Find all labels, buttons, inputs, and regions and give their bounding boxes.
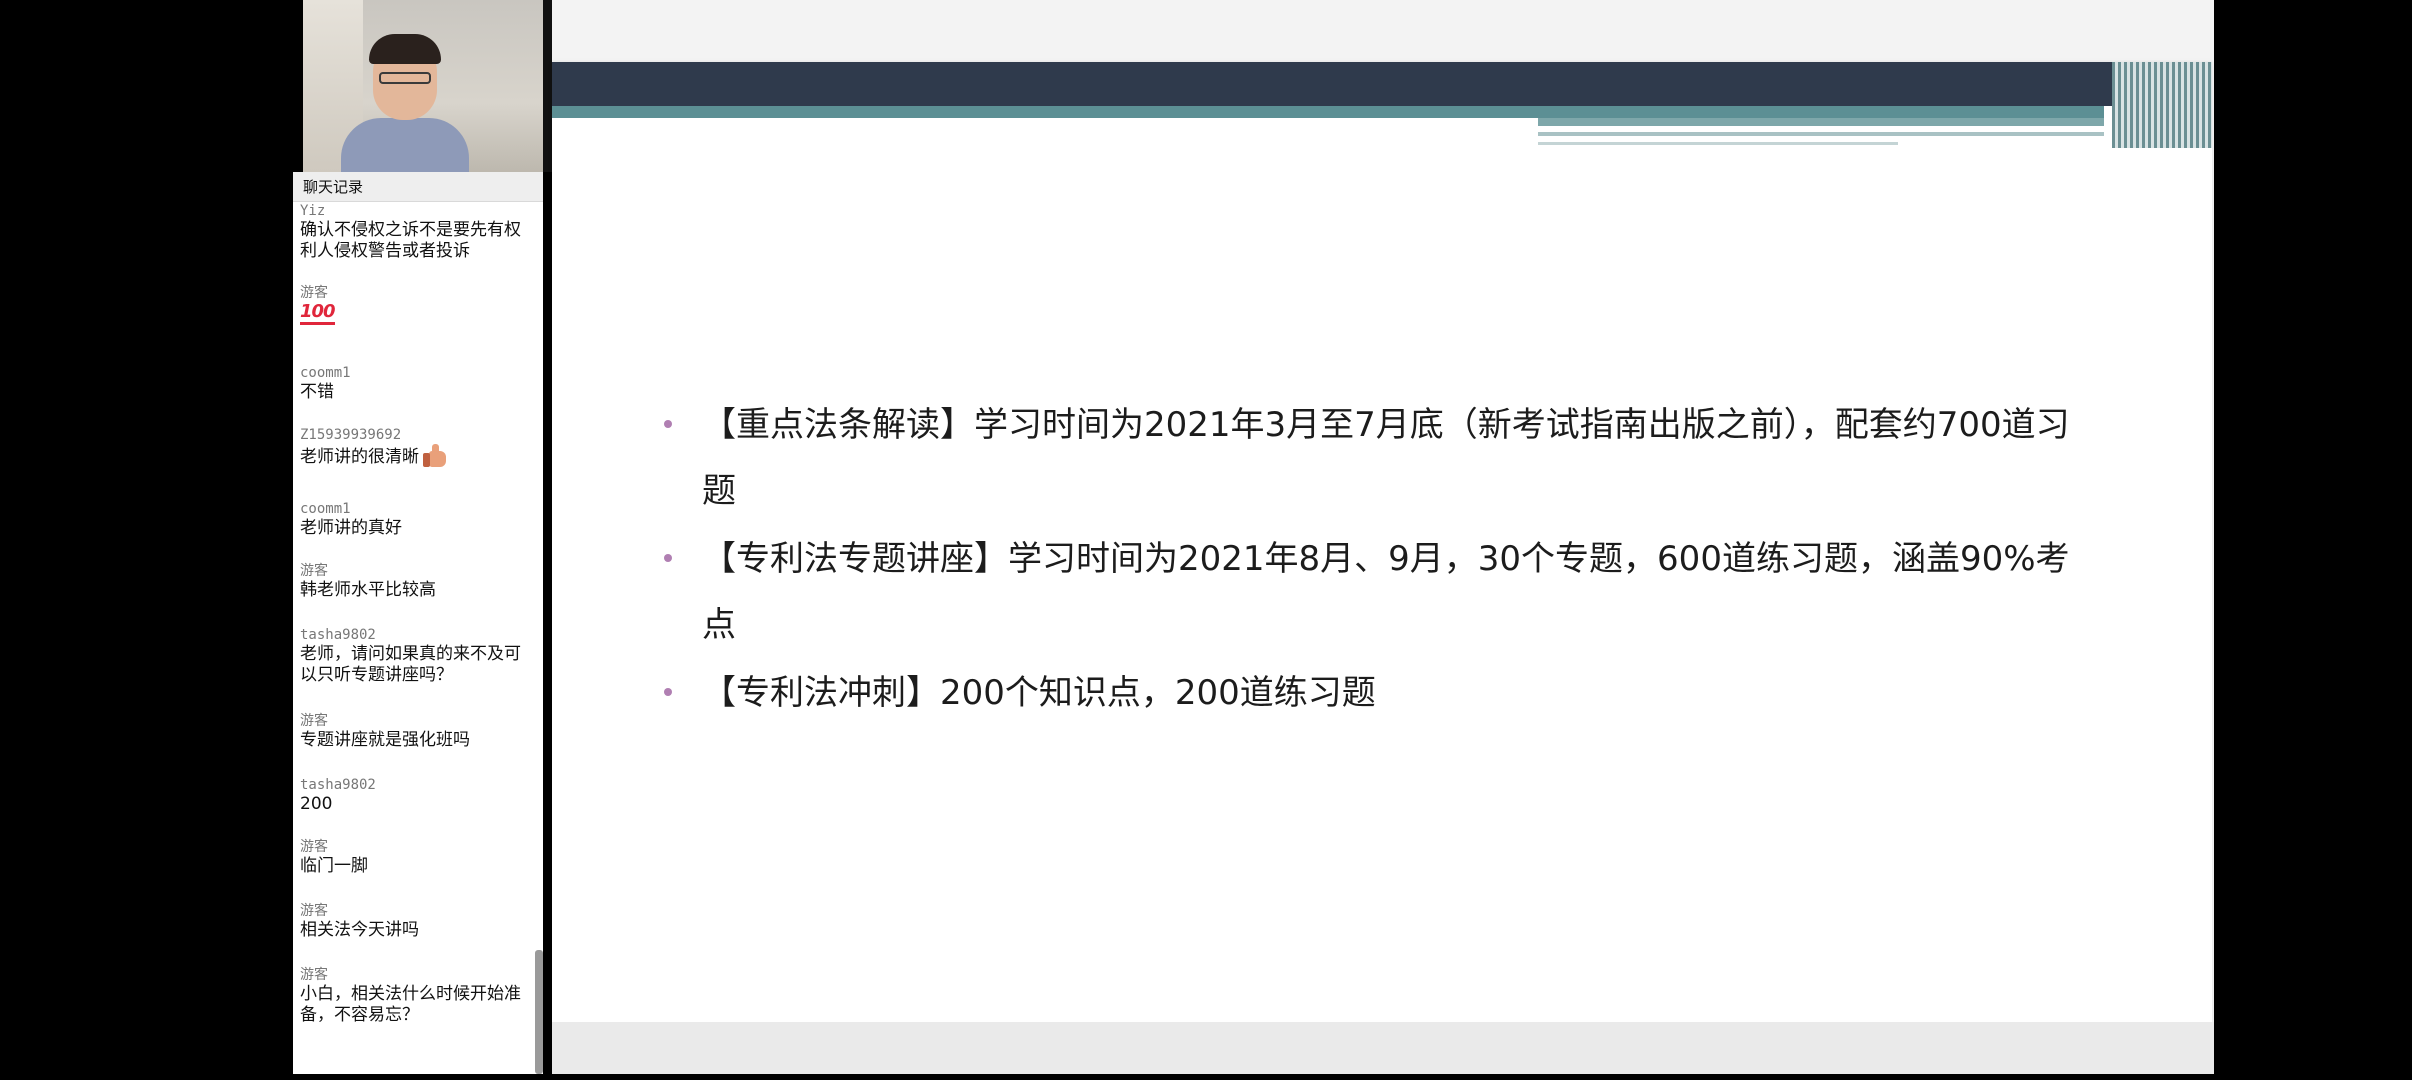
slide-header-teal-band	[552, 106, 2104, 118]
chat-message: 游客 韩老师水平比较高	[300, 562, 536, 601]
presentation-slide: 【重点法条解读】学习时间为2021年3月至7月底（新考试指南出版之前），配套约7…	[552, 62, 2212, 1022]
chat-username: Z15939939692	[300, 427, 402, 443]
chat-text: 专题讲座就是强化班吗	[300, 730, 470, 750]
chat-username: Yiz	[300, 203, 326, 219]
bullet-dot-icon	[664, 554, 672, 562]
hundred-points-icon: 100	[300, 302, 336, 325]
chat-text: 临门一脚	[300, 856, 368, 876]
slide-bullet: 【专利法冲刺】200个知识点，200道练习题	[662, 660, 2092, 726]
chat-text-content: 老师讲的很清晰	[300, 447, 419, 467]
chat-username: tasha9802	[300, 777, 376, 793]
slide-bullet-list: 【重点法条解读】学习时间为2021年3月至7月底（新考试指南出版之前），配套约7…	[662, 392, 2092, 728]
chat-text: 小白，相关法什么时候开始准备，不容易忘？	[300, 984, 521, 1025]
presenter-glasses	[379, 72, 431, 84]
chat-text: 确认不侵权之诉不是要先有权利人侵权警告或者投诉	[300, 220, 521, 261]
chat-username: tasha9802	[300, 627, 376, 643]
presenter-body	[341, 118, 469, 172]
chat-username: coomm1	[300, 365, 351, 381]
bullet-dot-icon	[664, 420, 672, 428]
presenter-hair	[369, 34, 441, 64]
slide-bullet: 【专利法专题讲座】学习时间为2021年8月、9月，30个专题，600道练习题，涵…	[662, 526, 2092, 658]
chat-username: 游客	[300, 839, 328, 855]
chat-message: 游客 相关法今天讲吗	[300, 902, 536, 941]
chat-message: tasha9802 200	[300, 776, 536, 815]
chat-username: 游客	[300, 713, 328, 729]
slide-bullet-text: 【专利法专题讲座】学习时间为2021年8月、9月，30个专题，600道练习题，涵…	[702, 539, 2070, 645]
chat-username: coomm1	[300, 501, 351, 517]
chat-message: coomm1 老师讲的真好	[300, 500, 536, 539]
chat-message: Yiz 确认不侵权之诉不是要先有权利人侵权警告或者投诉	[300, 202, 536, 262]
chat-username: 游客	[300, 563, 328, 579]
chat-text: 老师讲的很清晰	[300, 444, 536, 468]
webcam-video	[303, 0, 543, 172]
chat-message: coomm1 不错	[300, 364, 536, 403]
chat-text: 不错	[300, 382, 334, 402]
slide-bottom-strip	[552, 1022, 2214, 1074]
slide-bullet-text: 【专利法冲刺】200个知识点，200道练习题	[702, 673, 1376, 713]
chat-message: 游客 100	[300, 284, 536, 325]
chat-message: 游客 临门一脚	[300, 838, 536, 877]
chat-text: 200	[300, 794, 333, 814]
slide-header-stripes	[2112, 62, 2212, 148]
slide-header-line-short	[1538, 142, 1898, 145]
webcam-divider	[543, 0, 552, 172]
chat-text: 韩老师水平比较高	[300, 580, 436, 600]
chat-text: 老师，请问如果真的来不及可以只听专题讲座吗？	[300, 644, 521, 685]
chat-username: 游客	[300, 967, 328, 983]
chat-text: 相关法今天讲吗	[300, 920, 419, 940]
chat-message: tasha9802 老师，请问如果真的来不及可以只听专题讲座吗？	[300, 626, 536, 686]
slide-header-accent-band	[1538, 118, 2104, 126]
slide-header-band	[552, 62, 2212, 106]
screen: 聊天记录 Yiz 确认不侵权之诉不是要先有权利人侵权警告或者投诉 游客 100 …	[0, 0, 2412, 1080]
chat-panel[interactable]: 聊天记录 Yiz 确认不侵权之诉不是要先有权利人侵权警告或者投诉 游客 100 …	[293, 172, 543, 1074]
chat-title: 聊天记录	[293, 172, 543, 202]
slide-header-line	[1538, 132, 2104, 136]
chat-message: Z15939939692 老师讲的很清晰	[300, 426, 536, 468]
chat-text: 100	[300, 302, 536, 325]
screen-bottom-edge	[0, 1074, 2412, 1080]
chat-scrollbar[interactable]	[535, 950, 543, 1074]
slide-bullet-text: 【重点法条解读】学习时间为2021年3月至7月底（新考试指南出版之前），配套约7…	[702, 405, 2070, 511]
thumbs-up-icon	[423, 444, 447, 468]
chat-username: 游客	[300, 285, 328, 301]
chat-message: 游客 小白，相关法什么时候开始准备，不容易忘？	[300, 966, 536, 1026]
chat-text: 老师讲的真好	[300, 518, 402, 538]
chat-username: 游客	[300, 903, 328, 919]
bullet-dot-icon	[664, 688, 672, 696]
chat-message: 游客 专题讲座就是强化班吗	[300, 712, 536, 751]
slide-bullet: 【重点法条解读】学习时间为2021年3月至7月底（新考试指南出版之前），配套约7…	[662, 392, 2092, 524]
